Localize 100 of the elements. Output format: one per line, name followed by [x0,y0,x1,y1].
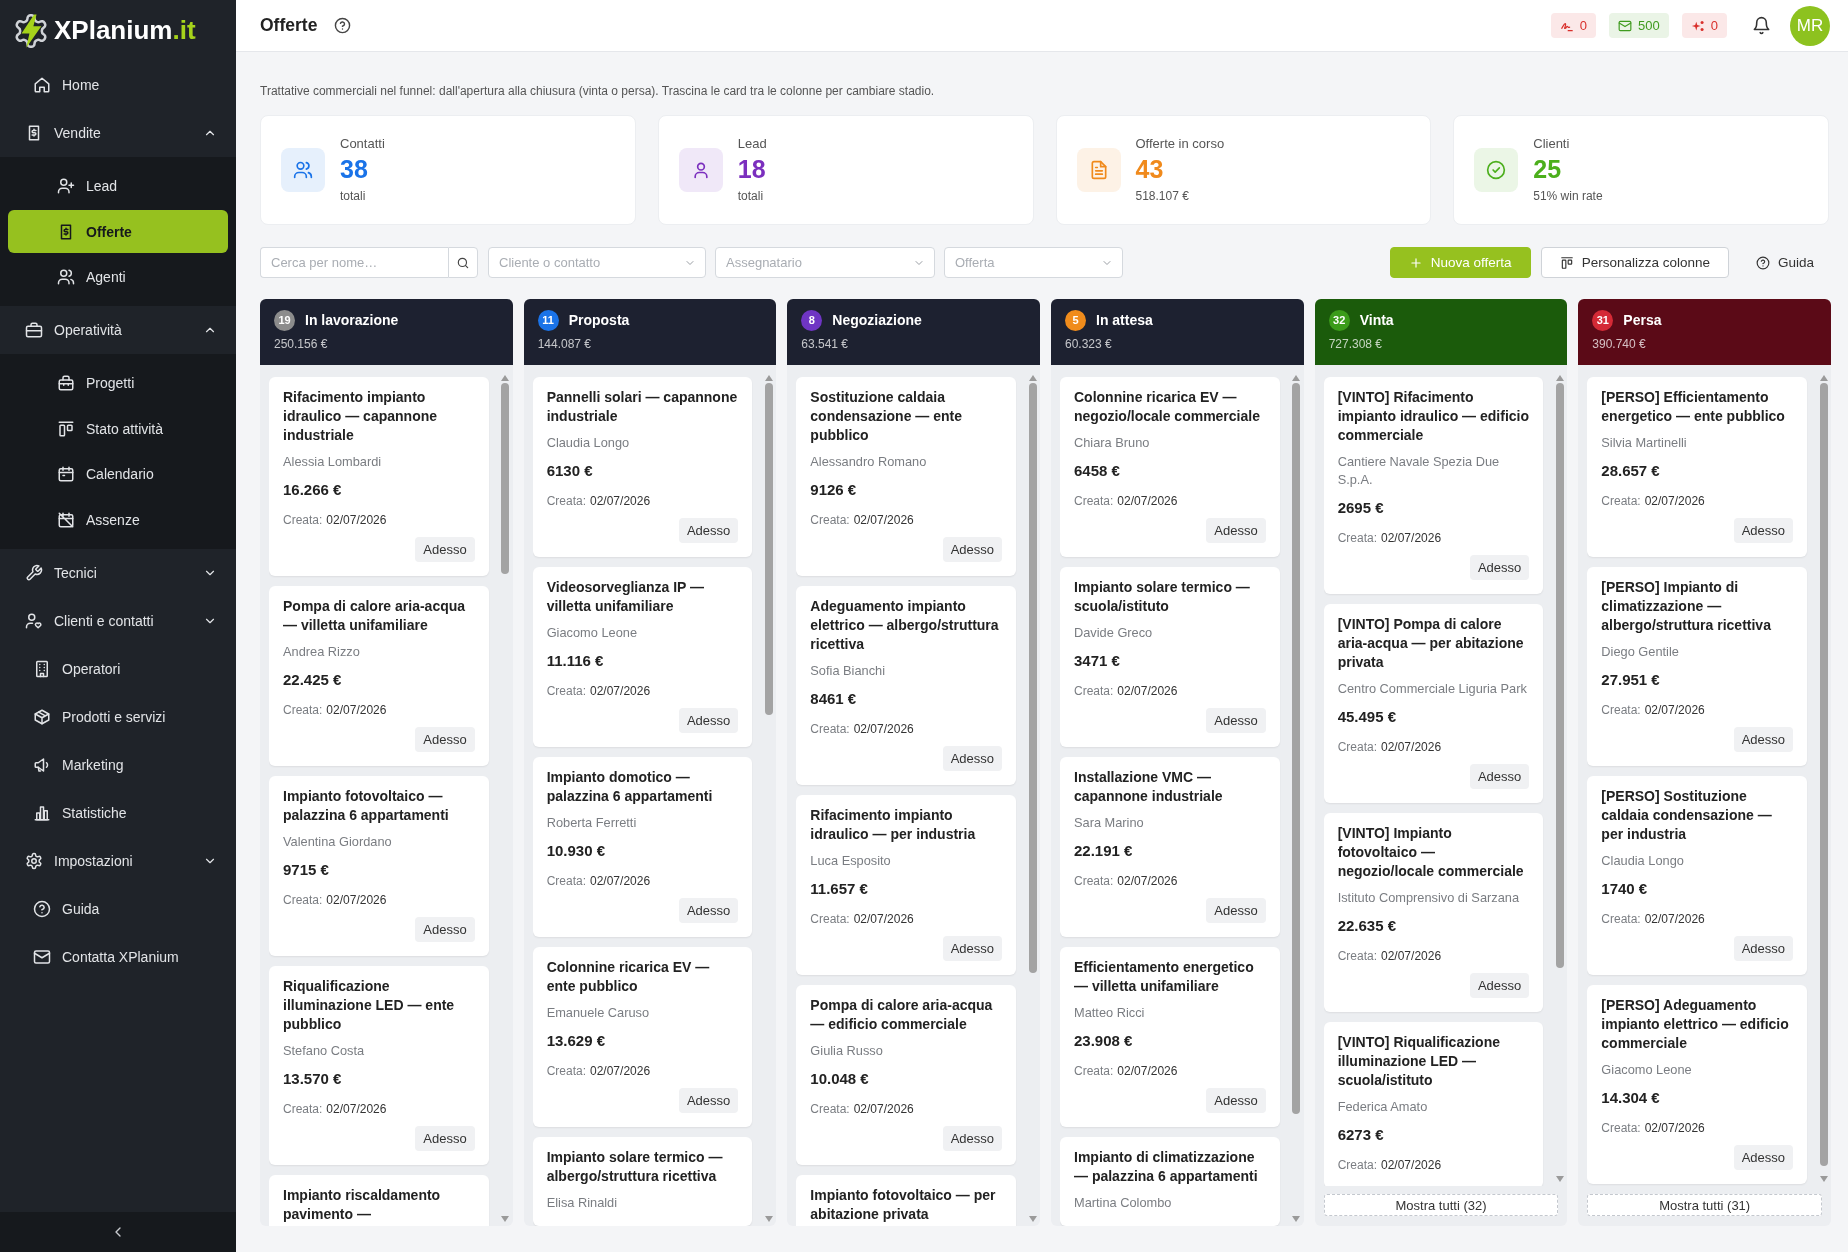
sidebar-item[interactable]: Stato attività [8,407,228,450]
customize-columns-button[interactable]: Personalizza colonne [1540,247,1729,278]
show-all-button[interactable]: Mostra tutti (31) [1587,1194,1822,1216]
sidebar-item[interactable]: Operatori [8,644,228,693]
time-button[interactable]: Adesso [942,746,1002,771]
deal-card[interactable]: Efficientamento energetico — villetta unifamiliare Matteo Ricci 23.908 € Creata: 02/07/2026 Adesso [1060,947,1280,1127]
deal-card[interactable]: Sostituzione caldaia condensazione — ente pubblico Alessandro Romano 9126 € Creata: 02/07/2026 Adesso [796,377,1016,576]
sidebar-item[interactable]: Lead [8,164,228,208]
sidebar-item[interactable]: Tecnici [8,548,228,597]
sparkle-counter[interactable]: 0 [1681,13,1727,38]
scroll-down-icon[interactable] [1028,1216,1037,1222]
time-button[interactable]: Adesso [678,1088,739,1113]
sidebar-item[interactable]: Prodotti e servizi [8,692,228,741]
time-button[interactable]: Adesso [1206,708,1266,733]
filter-dropdown[interactable]: Offerta [944,247,1123,278]
deal-card[interactable]: [PERSO] Impianto di climatizzazione — albergo/struttura ricettiva Diego Gentile 27.951 € Creata: 02/07/2026 Adesso [1587,567,1807,766]
time-button[interactable]: Adesso [415,1126,475,1151]
help-icon[interactable] [334,17,352,34]
scrollbar-thumb[interactable] [1292,383,1301,1115]
sidebar-item[interactable]: Assenze [8,498,228,541]
sidebar-item[interactable]: Offerte [8,210,228,253]
deal-card[interactable]: [PERSO] Sostituzione caldaia condensazione — per industria Claudia Longo 1740 € Creata: 02/07/2026 Adesso [1587,776,1807,975]
filter-dropdown[interactable]: Cliente o contatto [488,247,706,278]
sidebar-item[interactable]: Impostazioni [8,836,228,885]
sidebar-item[interactable]: Statistiche [8,788,228,837]
deal-card[interactable]: Colonnine ricarica EV — ente pubblico Emanuele Caruso 13.629 € Creata: 02/07/2026 Adesso [532,947,753,1127]
sidebar-item[interactable]: Guida [8,884,228,933]
scrollbar-thumb[interactable] [764,383,773,716]
time-button[interactable]: Adesso [1206,518,1266,543]
scroll-down-icon[interactable] [501,1216,510,1222]
scroll-up-icon[interactable] [764,375,773,381]
deal-card[interactable]: Pompa di calore aria-acqua — edificio commerciale Giulia Russo 10.048 € Creata: 02/07/2026 Adesso [796,985,1016,1165]
deal-card[interactable]: [VINTO] Riqualificazione illuminazione LED — scuola/istituto Federica Amato 6273 € Creata: 02/07/2026 [1323,1022,1544,1186]
search-button[interactable] [448,247,478,278]
signature-counter[interactable]: 0 [1550,13,1597,38]
deal-card[interactable]: [VINTO] Rifacimento impianto idraulico — edificio commerciale Cantiere Navale Spezia Due S.p.A. 2695 € Creata: 02/07/2026 Adesso [1323,377,1544,594]
time-button[interactable]: Adesso [678,708,739,733]
deal-card[interactable]: Impianto domotico — palazzina 6 appartamenti Roberta Ferretti 10.930 € Creata: 02/07/2026 Adesso [532,757,753,937]
bell-icon[interactable] [1752,16,1771,35]
search-field[interactable]: Cerca per nome… [260,247,448,278]
deal-card[interactable]: Rifacimento impianto idraulico — per industria Luca Esposito 11.657 € Creata: 02/07/2026 Adesso [796,795,1016,975]
time-button[interactable]: Adesso [942,1126,1002,1151]
time-button[interactable]: Adesso [942,936,1002,961]
deal-card[interactable]: Riqualificazione illuminazione LED — ente pubblico Stefano Costa 13.570 € Creata: 02/07/2026 Adesso [269,966,489,1165]
deal-card[interactable]: Rifacimento impianto idraulico — capannone industriale Alessia Lombardi 16.266 € Creata: 02/07/2026 Adesso [269,377,489,576]
sidebar-item[interactable]: Operatività [8,306,228,354]
scroll-up-icon[interactable] [1292,375,1301,381]
scroll-down-icon[interactable] [1819,1176,1828,1182]
sidebar-item[interactable]: Vendite [8,109,228,157]
deal-card[interactable]: Impianto fotovoltaico — palazzina 6 appartamenti Valentina Giordano 9715 € Creata: 02/07/2026 Adesso [269,776,489,956]
guide-button[interactable]: Guida [1740,247,1831,278]
deal-card[interactable]: Impianto fotovoltaico — per abitazione privata [796,1175,1016,1226]
time-button[interactable]: Adesso [1469,555,1530,580]
deal-card[interactable]: [PERSO] Adeguamento impianto elettrico — edificio commerciale Giacomo Leone 14.304 € Creata: 02/07/2026 Adesso [1587,985,1807,1184]
time-button[interactable]: Adesso [1733,1145,1793,1170]
deal-card[interactable]: Pompa di calore aria-acqua — villetta unifamiliare Andrea Rizzo 22.425 € Creata: 02/07/2026 Adesso [269,586,489,766]
time-button[interactable]: Adesso [1733,727,1793,752]
sidebar-item[interactable]: Progetti [8,361,228,405]
scroll-down-icon[interactable] [1292,1216,1301,1222]
time-button[interactable]: Adesso [1733,518,1793,543]
time-button[interactable]: Adesso [1206,898,1266,923]
deal-card[interactable]: Pannelli solari — capannone industriale Claudia Longo 6130 € Creata: 02/07/2026 Adesso [532,377,753,557]
time-button[interactable]: Adesso [1469,764,1530,789]
time-button[interactable]: Adesso [415,537,475,562]
deal-card[interactable]: [PERSO] Efficientamento energetico — ente pubblico Silvia Martinelli 28.657 € Creata: 02/07/2026 Adesso [1587,377,1807,557]
time-button[interactable]: Adesso [415,917,475,942]
time-button[interactable]: Adesso [1206,1088,1266,1113]
deal-card[interactable]: Impianto riscaldamento pavimento — [269,1175,489,1226]
scrollbar-thumb[interactable] [1028,383,1037,973]
deal-card[interactable]: Impianto solare termico — scuola/istituto Davide Greco 3471 € Creata: 02/07/2026 Adesso [1060,567,1280,747]
deal-card[interactable]: [VINTO] Pompa di calore aria-acqua — per abitazione privata Centro Commerciale Liguria Park 45.495 € Creata: 02/07/2026 Adesso [1323,604,1544,803]
deal-card[interactable]: Adeguamento impianto elettrico — albergo/struttura ricettiva Sofia Bianchi 8461 € Creata: 02/07/2026 Adesso [796,586,1016,785]
scroll-up-icon[interactable] [1819,375,1828,381]
sidebar-item[interactable]: Marketing [8,740,228,789]
sidebar-item[interactable]: Clienti e contatti [8,596,228,645]
scroll-up-icon[interactable] [1555,375,1564,381]
sidebar-item[interactable]: Contatta XPlanium [8,932,228,981]
sidebar-item[interactable]: Home [8,61,228,109]
sidebar-item[interactable]: Calendario [8,452,228,496]
scrollbar-thumb[interactable] [1555,383,1564,969]
time-button[interactable]: Adesso [942,537,1002,562]
deal-card[interactable]: [VINTO] Impianto fotovoltaico — negozio/locale commerciale Istituto Comprensivo di Sarzana 22.635 € Creata: 02/07/2026 Adesso [1323,813,1544,1012]
time-button[interactable]: Adesso [1469,973,1530,998]
scrollbar-thumb[interactable] [501,383,510,575]
deal-card[interactable]: Impianto solare termico — albergo/struttura ricettiva Elisa Rinaldi [532,1137,753,1226]
time-button[interactable]: Adesso [415,727,475,752]
scroll-up-icon[interactable] [1028,375,1037,381]
deal-card[interactable]: Installazione VMC — capannone industriale Sara Marino 22.191 € Creata: 02/07/2026 Adesso [1060,757,1280,937]
filter-dropdown[interactable]: Assegnatario [715,247,935,278]
time-button[interactable]: Adesso [678,518,739,543]
deal-card[interactable]: Impianto di climatizzazione — palazzina 6 appartamenti Martina Colombo [1060,1137,1280,1226]
deal-card[interactable]: Colonnine ricarica EV — negozio/locale commerciale Chiara Bruno 6458 € Creata: 02/07/2026 Adesso [1060,377,1280,557]
scrollbar-thumb[interactable] [1819,383,1828,1167]
sidebar-item[interactable]: Agenti [8,255,228,299]
deal-card[interactable]: Videosorveglianza IP — villetta unifamiliare Giacomo Leone 11.116 € Creata: 02/07/2026 Adesso [532,567,753,747]
scroll-down-icon[interactable] [764,1216,773,1222]
show-all-button[interactable]: Mostra tutti (32) [1323,1194,1559,1216]
time-button[interactable]: Adesso [678,898,739,923]
scroll-down-icon[interactable] [1555,1176,1564,1182]
scroll-up-icon[interactable] [501,375,510,381]
